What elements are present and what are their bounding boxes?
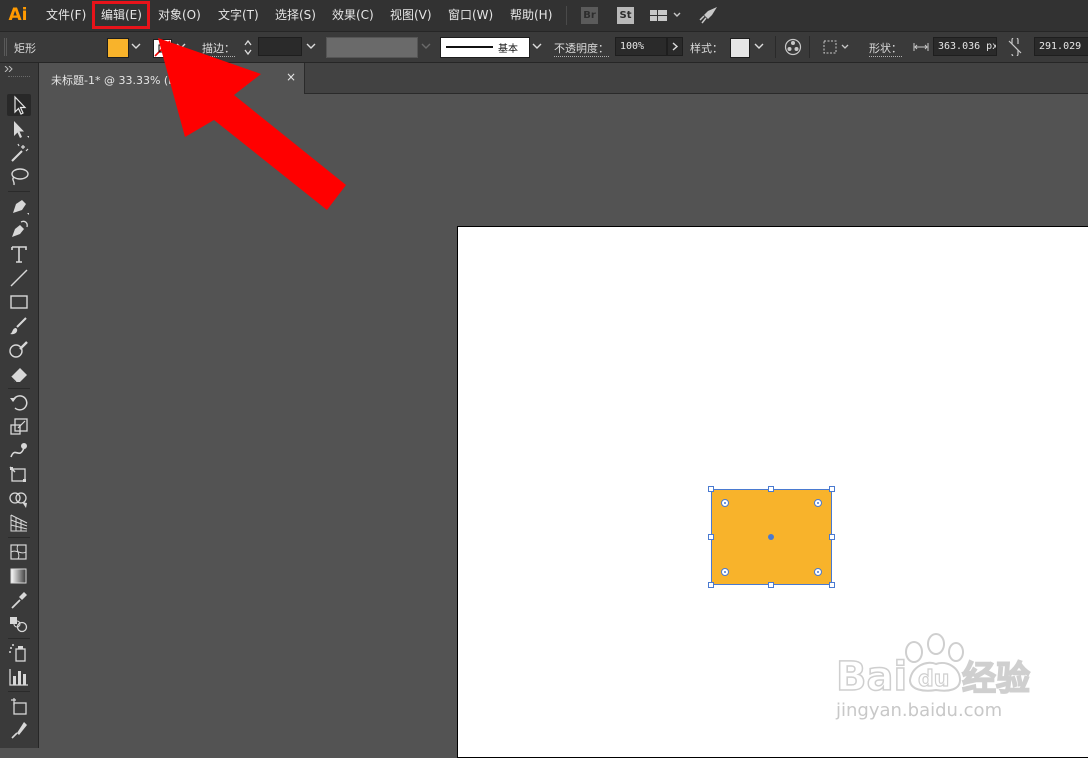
width-icon — [913, 43, 929, 51]
gradient-tool-icon[interactable] — [7, 565, 31, 587]
bounding-box-handle[interactable] — [708, 486, 714, 492]
menu-effect[interactable]: 效果(C) — [332, 7, 374, 23]
shape-label[interactable]: 形状： — [869, 40, 902, 57]
direct-selection-tool-icon[interactable] — [7, 118, 31, 140]
lasso-tool-icon[interactable] — [7, 166, 31, 188]
shape-builder-tool-icon[interactable] — [7, 488, 31, 510]
paintbrush-tool-icon[interactable] — [7, 315, 31, 337]
bridge-button[interactable]: Br — [581, 7, 598, 24]
fill-dropdown-icon[interactable] — [131, 41, 141, 51]
variable-width-profile-select[interactable] — [326, 37, 418, 58]
bounding-box-handle[interactable] — [829, 534, 835, 540]
brush-stroke-preview — [446, 46, 493, 48]
bounding-box-handle[interactable] — [829, 486, 835, 492]
document-tab-title: 未标题-1* @ 33.33% (RGB/GPU 预览) — [51, 74, 249, 87]
menu-separator — [566, 6, 567, 25]
live-corner-widget[interactable] — [721, 499, 729, 507]
menu-type[interactable]: 文字(T) — [218, 7, 259, 23]
bounding-box-handle[interactable] — [708, 582, 714, 588]
gpu-performance-rocket-icon[interactable] — [699, 6, 719, 28]
blend-tool-icon[interactable] — [7, 613, 31, 635]
collapse-toolbar-icon[interactable] — [4, 66, 14, 72]
stroke-weight-stepper-icon[interactable] — [243, 39, 253, 56]
document-tab-bar: 未标题-1* @ 33.33% (RGB/GPU 预览) × — [40, 63, 1088, 94]
type-tool-icon[interactable] — [7, 243, 31, 265]
menu-bar: Ai 文件(F) 编辑(E) 对象(O) 文字(T) 选择(S) 效果(C) 视… — [0, 0, 1088, 32]
opacity-slider-button[interactable] — [667, 37, 683, 56]
rotate-tool-icon[interactable] — [7, 392, 31, 414]
menu-file[interactable]: 文件(F) — [46, 7, 86, 23]
bounding-box-handle[interactable] — [708, 534, 714, 540]
menu-object[interactable]: 对象(O) — [158, 7, 201, 23]
free-transform-tool-icon[interactable] — [7, 464, 31, 486]
live-corner-widget[interactable] — [721, 568, 729, 576]
close-tab-icon[interactable]: × — [286, 70, 296, 84]
stroke-color-swatch[interactable] — [153, 39, 172, 58]
svg-text:du: du — [918, 667, 949, 692]
slice-tool-icon[interactable] — [7, 719, 31, 741]
workspace-switcher-icon[interactable] — [650, 8, 682, 27]
eyedropper-tool-icon[interactable] — [7, 589, 31, 611]
shape-height-input[interactable]: 291.029 px — [1034, 37, 1088, 56]
tools-panel — [0, 63, 39, 748]
opacity-label[interactable]: 不透明度： — [554, 40, 609, 57]
constrain-proportions-link-icon[interactable] — [1008, 38, 1022, 56]
brush-profile-label: 基本 — [498, 44, 518, 55]
fill-color-swatch[interactable] — [107, 38, 129, 58]
rectangle-tool-icon[interactable] — [7, 291, 31, 313]
warp-tool-icon[interactable] — [7, 440, 31, 462]
watermark-url: jingyan.baidu.com — [836, 700, 1003, 721]
svg-text:Bai: Bai — [836, 654, 907, 700]
brush-dropdown-icon[interactable] — [532, 41, 542, 51]
eraser-tool-icon[interactable] — [7, 363, 31, 385]
opacity-input[interactable]: 100% — [615, 37, 667, 56]
bounding-box-handle[interactable] — [829, 582, 835, 588]
magic-wand-tool-icon[interactable] — [7, 142, 31, 164]
align-to-selection-icon[interactable] — [823, 40, 851, 54]
illustrator-logo: Ai — [8, 5, 28, 25]
center-point — [768, 534, 774, 540]
live-corner-widget[interactable] — [814, 499, 822, 507]
graphic-style-swatch[interactable] — [730, 38, 750, 58]
artboard-tool-icon[interactable] — [7, 695, 31, 717]
menu-help[interactable]: 帮助(H) — [510, 7, 552, 23]
pen-tool-icon[interactable] — [7, 195, 31, 217]
bounding-box-handle[interactable] — [768, 582, 774, 588]
recolor-artwork-icon[interactable] — [784, 38, 802, 56]
selected-object-type: 矩形 — [14, 42, 36, 55]
mesh-tool-icon[interactable] — [7, 541, 31, 563]
svg-text:经验: 经验 — [962, 659, 1030, 699]
stroke-weight-dropdown-icon[interactable] — [306, 41, 316, 51]
live-corner-widget[interactable] — [814, 568, 822, 576]
menu-window[interactable]: 窗口(W) — [448, 7, 493, 23]
control-panel: 矩形 描边： 基本 不透明度： 100% 样式： 形状： 363.036 px — [0, 32, 1088, 63]
panel-grip-icon[interactable] — [4, 38, 8, 56]
bounding-box-handle[interactable] — [768, 486, 774, 492]
stroke-weight-input[interactable] — [258, 37, 302, 56]
stroke-label[interactable]: 描边： — [202, 40, 235, 57]
line-segment-tool-icon[interactable] — [7, 267, 31, 289]
style-dropdown-icon[interactable] — [754, 41, 764, 51]
menu-edit-highlight-box — [92, 1, 150, 29]
shape-width-input[interactable]: 363.036 px — [933, 37, 997, 56]
style-label: 样式： — [690, 42, 723, 55]
variable-width-dropdown-icon[interactable] — [421, 41, 431, 51]
curvature-tool-icon[interactable] — [7, 219, 31, 241]
menu-select[interactable]: 选择(S) — [275, 7, 316, 23]
perspective-grid-tool-icon[interactable] — [7, 512, 31, 534]
scale-tool-icon[interactable] — [7, 416, 31, 438]
symbol-sprayer-tool-icon[interactable] — [7, 642, 31, 664]
column-graph-tool-icon[interactable] — [7, 666, 31, 688]
selection-tool-icon[interactable] — [7, 94, 31, 116]
menu-view[interactable]: 视图(V) — [390, 7, 432, 23]
brush-definition-select[interactable]: 基本 — [440, 37, 530, 58]
document-tab[interactable]: 未标题-1* @ 33.33% (RGB/GPU 预览) × — [40, 63, 305, 94]
shaper-tool-icon[interactable] — [7, 339, 31, 361]
stroke-dropdown-icon[interactable] — [176, 41, 186, 51]
stock-button[interactable]: St — [617, 7, 634, 24]
